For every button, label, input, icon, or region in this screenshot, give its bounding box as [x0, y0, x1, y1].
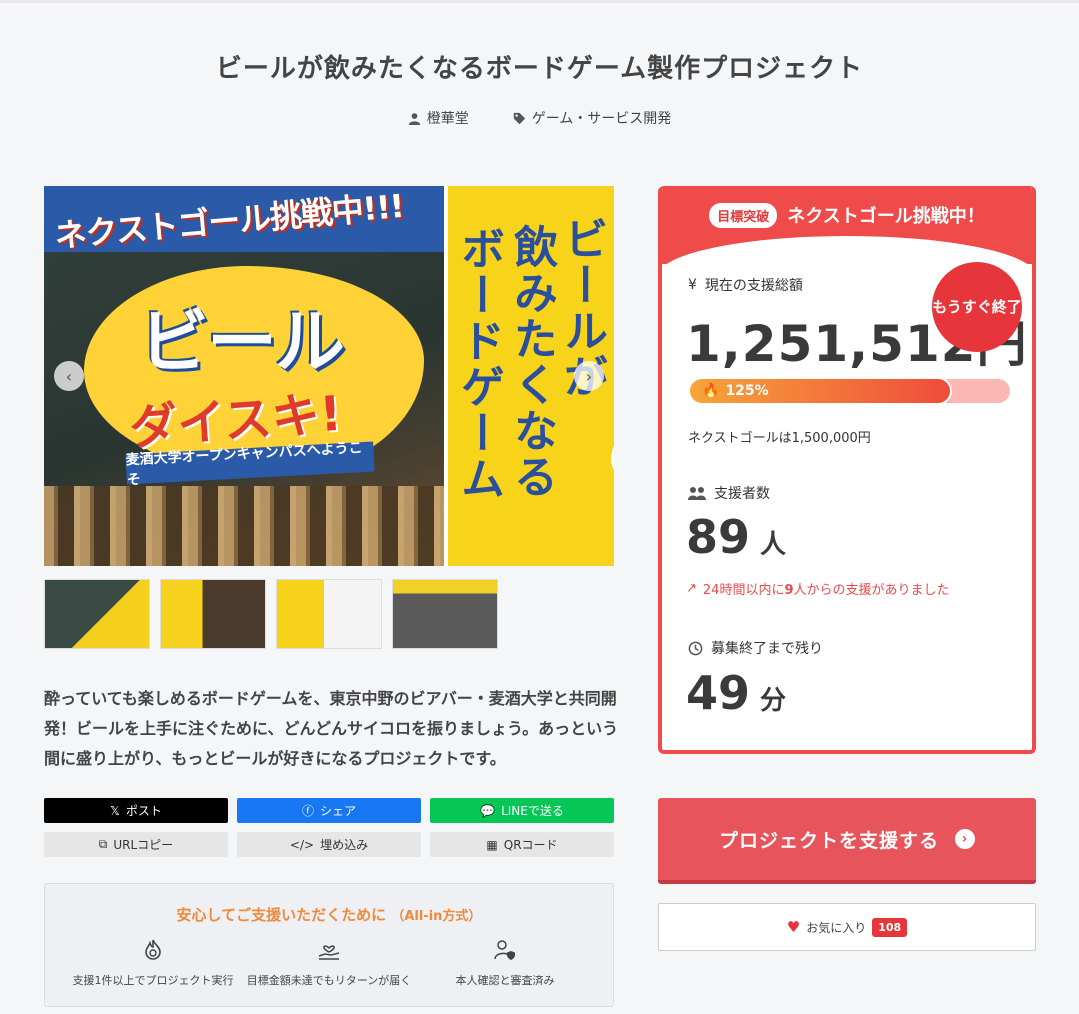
tag-icon [513, 112, 525, 124]
recent-suffix: 人からの支援がありました [793, 583, 950, 598]
favorite-button[interactable]: ♥ お気に入り 108 [658, 903, 1036, 951]
safety-item: 目標金額未達でもリターンが届く [241, 938, 417, 988]
goal-achieved-badge: 目標突破 [709, 202, 778, 228]
remaining-unit: 分 [760, 686, 787, 716]
facebook-icon: ⓕ [301, 804, 314, 818]
safety-item: 支援1件以上でプロジェクト実行 [65, 938, 241, 988]
user-icon [408, 112, 420, 125]
top-divider [0, 0, 1079, 3]
favorite-count: 108 [872, 917, 908, 937]
heart-icon: ♥ [786, 918, 801, 936]
hero-beer-word: ビール [139, 301, 345, 383]
share-facebook-label: シェア [320, 804, 357, 818]
backers-label-text: 支援者数 [714, 486, 770, 502]
bottle-shelf [44, 486, 444, 566]
project-meta: 橙華堂 ゲーム・サービス開発 [0, 108, 1079, 128]
recent-support-note: ↗ 24時間以内に9人からの支援がありました [686, 579, 950, 598]
carousel-next-button[interactable]: › [574, 361, 604, 391]
code-icon: </> [289, 837, 315, 852]
remaining-label-text: 募集終了まで残り [711, 641, 823, 657]
category-name: ゲーム・サービス開発 [531, 111, 672, 127]
support-button-label: プロジェクトを支援する [718, 829, 939, 852]
owner-name: 橙華堂 [426, 111, 469, 127]
hand-heart-icon [318, 945, 340, 960]
backers-count: 89 [686, 510, 751, 564]
yen-icon: ¥ [688, 277, 697, 293]
share-line-button[interactable]: 💬 LINEで送る [430, 798, 614, 823]
status-header: 目標突破 ネクストゴール挑戦中！ [662, 186, 1032, 296]
chevron-right-icon: › [585, 366, 593, 386]
trending-up-icon: ↗ [686, 581, 697, 596]
qr-code-label: QRコード [503, 838, 558, 852]
thumbnail-2[interactable] [160, 579, 266, 649]
main-project-image[interactable]: ビール ダイスキ! 麦酒大学オープンキャンパスへようこそ ネクストゴール挑戦中!… [44, 186, 614, 566]
hero-vertical-col3: ボードゲーム [453, 226, 504, 502]
recent-prefix: 24時間以内に [702, 583, 785, 598]
remaining-label: 募集終了まで残り [688, 638, 823, 658]
remaining-row: 49 分 [686, 666, 786, 720]
copy-url-button[interactable]: ⧉ URLコピー [44, 832, 228, 857]
share-line-label: LINEで送る [501, 804, 564, 818]
recent-count: 9 [784, 583, 794, 598]
safety-heading-text: 安心してご支援いただくために [176, 906, 387, 924]
ending-soon-badge: もうすぐ終了 [932, 262, 1022, 352]
owner-link[interactable]: 橙華堂 [408, 108, 469, 128]
safety-item-label: 目標金額未達でもリターンが届く [246, 974, 412, 987]
line-icon: 💬 [480, 803, 496, 818]
amount-label-text: 現在の支援総額 [704, 278, 803, 294]
flame-check-icon [145, 939, 161, 960]
funding-status-card: 目標突破 ネクストゴール挑戦中！ ¥ 現在の支援総額 1,251,512円 もう… [658, 186, 1036, 754]
page-title: ビールが飲みたくなるボードゲーム製作プロジェクト [215, 54, 864, 84]
status-header-text: ネクストゴール挑戦中！ [787, 206, 985, 227]
progress-percent: 125% [725, 383, 769, 399]
thumbnail-4[interactable] [392, 579, 498, 649]
share-x-label: ポスト [125, 804, 162, 818]
copy-icon: ⧉ [98, 837, 108, 851]
flame-icon: 🔥 [702, 383, 720, 399]
safety-heading: 安心してご支援いただくために （All-in方式） [45, 904, 613, 925]
hero-vertical-col2: 飲みたくなる [506, 224, 557, 500]
clock-icon [688, 641, 703, 655]
embed-button[interactable]: </> 埋め込み [237, 832, 421, 857]
backers-count-row: 89 人 [686, 510, 786, 564]
backers-unit: 人 [760, 530, 787, 560]
project-description: 酔っていても楽しめるボードゲームを、東京中野のビアバー・麦酒大学と共同開発！ビー… [44, 689, 619, 768]
safety-item-label: 本人確認と審査済み [455, 974, 555, 987]
qr-icon: ▦ [486, 837, 498, 852]
thumbnail-1[interactable] [44, 579, 150, 649]
support-project-button[interactable]: プロジェクトを支援する › [658, 798, 1036, 884]
amount-label: ¥ 現在の支援総額 [688, 275, 803, 295]
share-facebook-button[interactable]: ⓕ シェア [237, 798, 421, 823]
share-buttons: 𝕏 ポスト ⓕ シェア 💬 LINEで送る ⧉ URLコピー </> 埋め込み ▦ QRコー… [44, 798, 614, 857]
progress-fill: 🔥 125% [688, 377, 953, 405]
thumbnail-3[interactable] [276, 579, 382, 649]
safety-info-box: 安心してご支援いただくために （All-in方式） 支援1件以上でプロジェクト実… [44, 883, 614, 1007]
safety-item-label: 支援1件以上でプロジェクト実行 [72, 974, 234, 987]
user-shield-icon [494, 940, 515, 960]
favorite-label: お気に入り [806, 920, 867, 935]
qr-code-button[interactable]: ▦ QRコード [430, 832, 614, 857]
users-icon [688, 487, 706, 500]
chevron-left-icon: ‹ [65, 366, 73, 386]
next-goal-text: ネクストゴールは1,500,000円 [688, 431, 871, 446]
thumbnail-strip [44, 579, 498, 649]
carousel-prev-button[interactable]: ‹ [54, 361, 84, 391]
hero-banner: 麦酒大学オープンキャンパスへようこそ [125, 440, 375, 488]
chevron-circle-right-icon: › [955, 829, 975, 849]
x-logo-icon: 𝕏 [110, 803, 120, 818]
share-x-button[interactable]: 𝕏 ポスト [44, 798, 228, 823]
safety-item: 本人確認と審査済み [417, 938, 593, 988]
safety-heading-method: （All-in方式） [391, 909, 482, 924]
progress-bar: 🔥 125% [688, 377, 1010, 405]
category-link[interactable]: ゲーム・サービス開発 [513, 108, 672, 128]
remaining-value: 49 [686, 666, 751, 720]
copy-url-label: URLコピー [113, 838, 174, 852]
backers-label: 支援者数 [688, 483, 770, 503]
embed-label: 埋め込み [320, 838, 369, 852]
